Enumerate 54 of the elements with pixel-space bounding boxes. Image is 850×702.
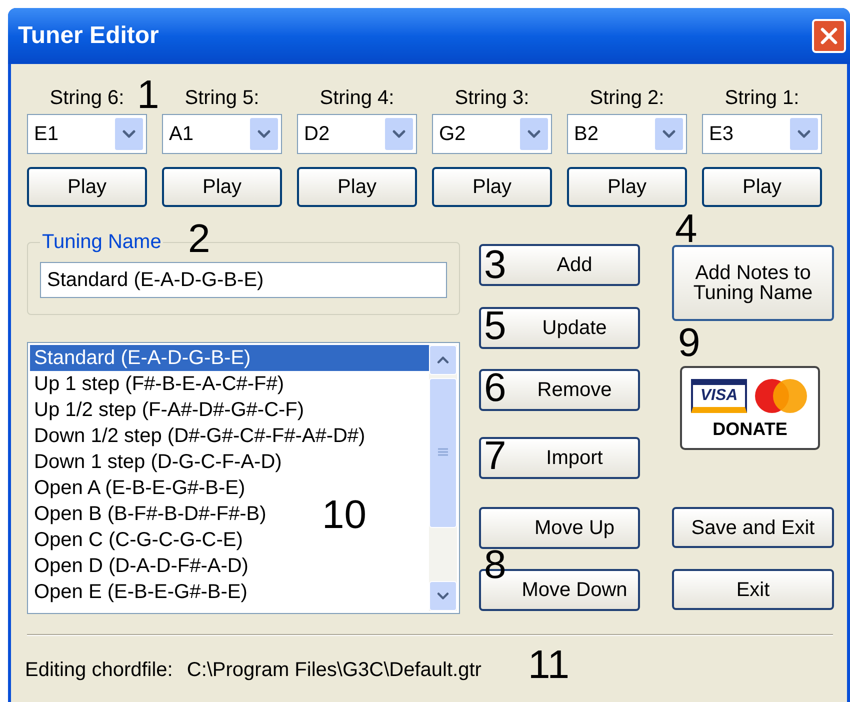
- window-title: Tuner Editor: [18, 21, 159, 51]
- tuning-item[interactable]: Open B (B-F#-B-D#-F#-B): [30, 501, 270, 527]
- play-button[interactable]: Play: [432, 167, 552, 207]
- scrollbar[interactable]: [429, 345, 457, 611]
- note-dropdown[interactable]: E3: [702, 114, 822, 154]
- save-and-exit-button[interactable]: Save and Exit: [672, 507, 834, 548]
- list-action-button[interactable]: Move Up: [479, 507, 640, 549]
- string-label: String 5:: [184, 86, 260, 110]
- string-label: String 1:: [724, 86, 800, 110]
- note-dropdown[interactable]: E1: [27, 114, 147, 154]
- tuning-item[interactable]: Up 1/2 step (F-A#-D#-G#-C-F): [30, 397, 308, 423]
- callout-number: 5: [484, 305, 506, 347]
- file-path: C:\Program Files\G3C\Default.gtr: [186, 658, 482, 682]
- play-button[interactable]: Play: [567, 167, 687, 207]
- status-label: Editing chordfile:: [25, 658, 173, 682]
- string-label: String 6:: [48, 86, 126, 110]
- callout-number: 3: [484, 244, 506, 286]
- tuning-item[interactable]: Open E (E-B-E-G#-B-E): [30, 579, 252, 605]
- note-dropdown[interactable]: B2: [567, 114, 687, 154]
- callout-number: 9: [678, 322, 700, 364]
- close-button[interactable]: [812, 19, 846, 53]
- callout-number: 6: [484, 367, 506, 409]
- donate-label: DONATE: [712, 420, 788, 438]
- grip-icon: [438, 448, 448, 458]
- callout-number: 2: [188, 218, 210, 260]
- play-button[interactable]: Play: [297, 167, 417, 207]
- scroll-thumb[interactable]: [429, 378, 457, 528]
- tuning-item[interactable]: Up 1 step (F#-B-E-A-C#-F#): [30, 371, 288, 397]
- play-button[interactable]: Play: [702, 167, 822, 207]
- exit-button[interactable]: Exit: [672, 569, 834, 610]
- play-button[interactable]: Play: [27, 167, 147, 207]
- tuning-item[interactable]: Standard (E-A-D-G-B-E): [30, 345, 429, 371]
- string-label: String 3:: [454, 86, 530, 110]
- tuning-item[interactable]: Open D (D-A-D-F#-A-D): [30, 553, 252, 579]
- note-dropdown[interactable]: D2: [297, 114, 417, 154]
- tuning-item[interactable]: Down 1/2 step (D#-G#-C#-F#-A#-D#): [30, 423, 370, 449]
- circles-logo-icon: [753, 378, 809, 414]
- donate-button[interactable]: VISA DONATE: [680, 366, 820, 450]
- tuning-item[interactable]: Down 1 step (D-G-C-F-A-D): [30, 449, 286, 475]
- callout-number: 10: [322, 494, 366, 536]
- note-dropdown[interactable]: G2: [432, 114, 552, 154]
- card-logo: VISA: [691, 379, 747, 413]
- group-label: Tuning Name: [41, 232, 162, 252]
- callout-number: 1: [137, 74, 160, 116]
- tuning-name-field[interactable]: Standard (E-A-D-G-B-E): [40, 262, 447, 298]
- tuning-item[interactable]: Open C (C-G-C-G-C-E): [30, 527, 247, 553]
- string-label: String 2:: [588, 86, 666, 110]
- callout-number: 11: [528, 644, 570, 686]
- note-dropdown[interactable]: A1: [162, 114, 282, 154]
- add-notes-button[interactable]: Add Notes to Tuning Name: [672, 245, 834, 321]
- play-button[interactable]: Play: [162, 167, 282, 207]
- callout-number: 7: [484, 435, 506, 477]
- tuning-item[interactable]: Open A (E-B-E-G#-B-E): [30, 475, 250, 501]
- string-label: String 4:: [318, 86, 396, 110]
